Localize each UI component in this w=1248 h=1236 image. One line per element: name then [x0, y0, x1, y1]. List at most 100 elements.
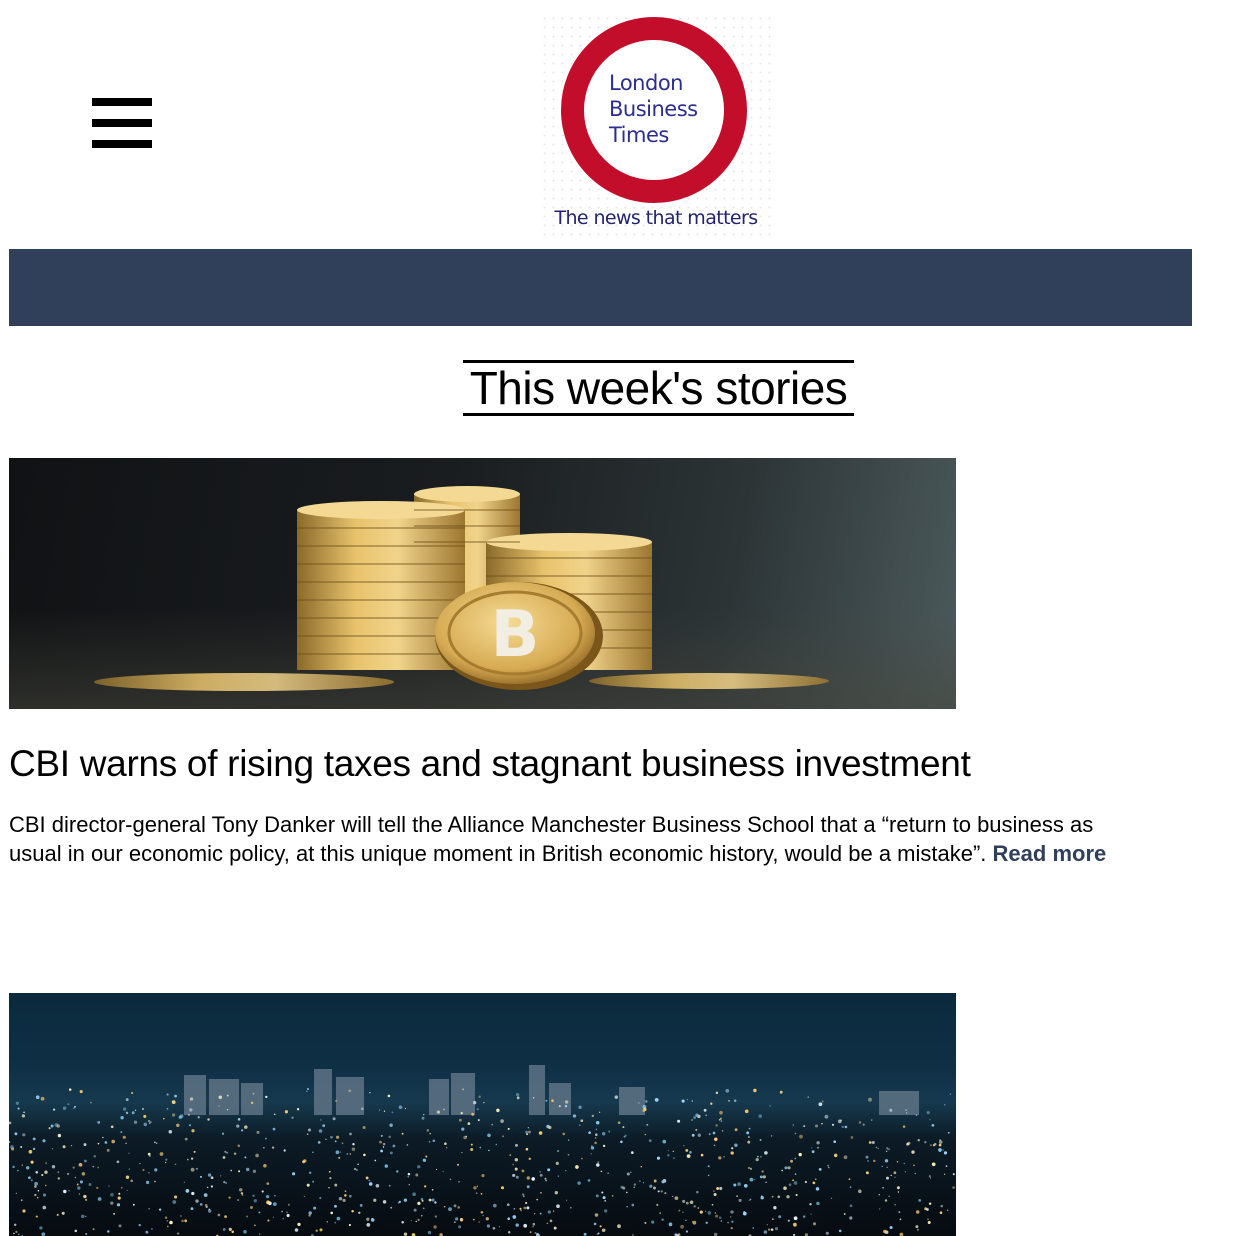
city-light	[633, 1183, 637, 1186]
city-light	[568, 1139, 570, 1141]
logo-tagline: The news that matters	[554, 207, 758, 229]
city-light	[358, 1211, 361, 1215]
city-light	[787, 1219, 790, 1222]
city-light	[379, 1140, 382, 1144]
city-light	[579, 1124, 581, 1126]
city-light	[720, 1220, 723, 1222]
city-light	[148, 1207, 150, 1210]
city-light	[150, 1228, 153, 1230]
city-light	[686, 1154, 691, 1158]
city-light	[749, 1177, 754, 1182]
city-light	[335, 1150, 340, 1155]
city-light	[783, 1186, 787, 1190]
city-light	[125, 1142, 127, 1145]
city-light	[714, 1137, 718, 1142]
city-light	[407, 1176, 409, 1178]
city-light	[761, 1170, 764, 1173]
city-light	[532, 1097, 535, 1099]
city-light	[927, 1218, 929, 1221]
city-light	[116, 1160, 120, 1164]
city-light	[705, 1221, 708, 1224]
city-light	[644, 1133, 647, 1136]
city-light	[759, 1139, 762, 1141]
city-light	[498, 1226, 501, 1228]
city-light	[833, 1153, 838, 1158]
city-light	[938, 1148, 942, 1152]
city-light	[403, 1198, 408, 1202]
city-light	[601, 1228, 606, 1233]
city-light	[384, 1164, 388, 1168]
city-light	[487, 1133, 491, 1138]
city-light	[472, 1218, 475, 1221]
city-light	[632, 1234, 634, 1236]
city-light	[210, 1185, 213, 1188]
city-light	[13, 1232, 15, 1235]
story-image-city-night[interactable]	[9, 993, 956, 1236]
city-light	[737, 1182, 741, 1186]
city-light	[778, 1215, 782, 1219]
city-light	[463, 1135, 467, 1140]
city-light	[339, 1151, 342, 1153]
city-light	[193, 1150, 196, 1153]
city-light	[183, 1181, 186, 1183]
city-light	[238, 1188, 243, 1192]
city-light	[210, 1176, 214, 1180]
city-light	[545, 1179, 547, 1182]
city-light	[130, 1179, 133, 1183]
city-light	[142, 1168, 145, 1172]
city-light	[730, 1226, 733, 1230]
city-light	[392, 1144, 396, 1148]
city-light	[788, 1183, 792, 1187]
city-light	[597, 1161, 600, 1164]
city-light	[795, 1193, 798, 1197]
city-light	[905, 1109, 908, 1112]
city-light	[344, 1190, 347, 1192]
city-light	[68, 1088, 72, 1091]
city-light	[526, 1133, 529, 1136]
city-light	[480, 1193, 483, 1195]
city-light	[319, 1196, 322, 1200]
city-light	[513, 1208, 516, 1210]
city-light	[533, 1212, 536, 1215]
read-more-link[interactable]: Read more	[993, 841, 1107, 866]
city-light	[719, 1186, 723, 1191]
city-light	[544, 1177, 547, 1180]
story-headline[interactable]: CBI warns of rising taxes and stagnant b…	[9, 741, 1189, 787]
city-light	[9, 1121, 12, 1125]
city-light	[946, 1209, 949, 1211]
city-light	[700, 1153, 704, 1157]
city-light	[707, 1174, 710, 1177]
city-light	[644, 1221, 647, 1224]
city-light	[725, 1088, 730, 1093]
city-light	[208, 1209, 212, 1213]
city-light	[431, 1198, 435, 1202]
city-light	[602, 1144, 606, 1148]
city-light	[902, 1125, 906, 1128]
city-light	[387, 1094, 391, 1098]
city-light	[163, 1117, 165, 1120]
city-light	[884, 1199, 888, 1202]
city-light	[770, 1228, 774, 1231]
city-light	[500, 1186, 505, 1190]
site-logo[interactable]: London Business Times The news that matt…	[540, 14, 772, 236]
city-light	[240, 1192, 244, 1195]
city-light	[653, 1186, 656, 1190]
city-light	[252, 1169, 257, 1173]
city-light	[48, 1127, 51, 1130]
city-light	[838, 1229, 842, 1233]
city-light	[84, 1198, 88, 1202]
city-light	[719, 1110, 723, 1115]
city-light	[686, 1098, 689, 1101]
city-light	[110, 1192, 114, 1197]
city-light	[421, 1116, 425, 1120]
city-light	[480, 1210, 484, 1214]
city-light	[390, 1206, 393, 1209]
hamburger-menu-icon[interactable]	[92, 98, 152, 150]
city-light	[308, 1211, 312, 1215]
city-light	[952, 1173, 955, 1176]
city-light	[266, 1182, 270, 1185]
story-image-bitcoin[interactable]: B	[9, 458, 956, 709]
city-light	[155, 1142, 158, 1145]
city-light	[404, 1107, 407, 1110]
city-light	[815, 1178, 817, 1181]
